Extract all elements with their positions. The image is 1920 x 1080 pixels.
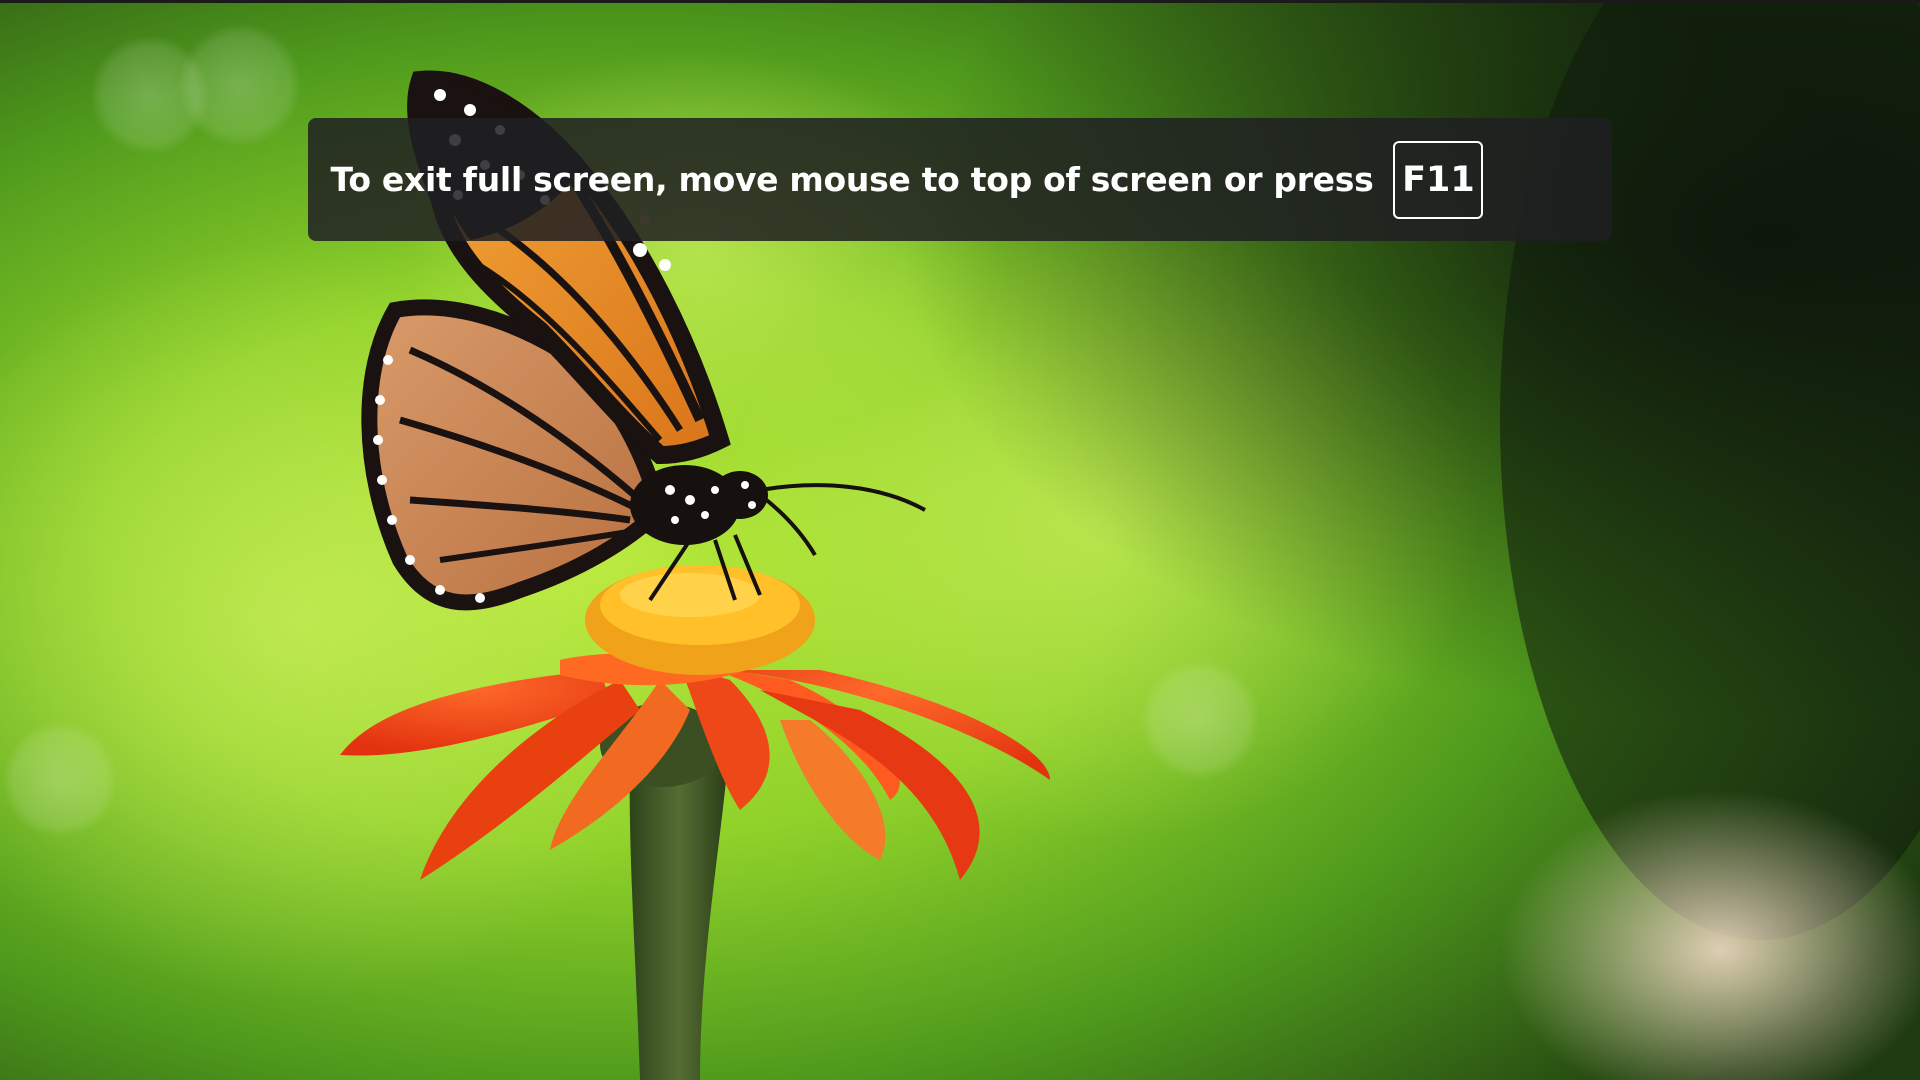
fullscreen-exit-notice: To exit full screen, move mouse to top o… (308, 118, 1612, 241)
fullscreen-viewport: To exit full screen, move mouse to top o… (0, 0, 1920, 1080)
fullscreen-exit-message: To exit full screen, move mouse to top o… (330, 160, 1374, 199)
f11-key-badge: F11 (1393, 140, 1484, 219)
